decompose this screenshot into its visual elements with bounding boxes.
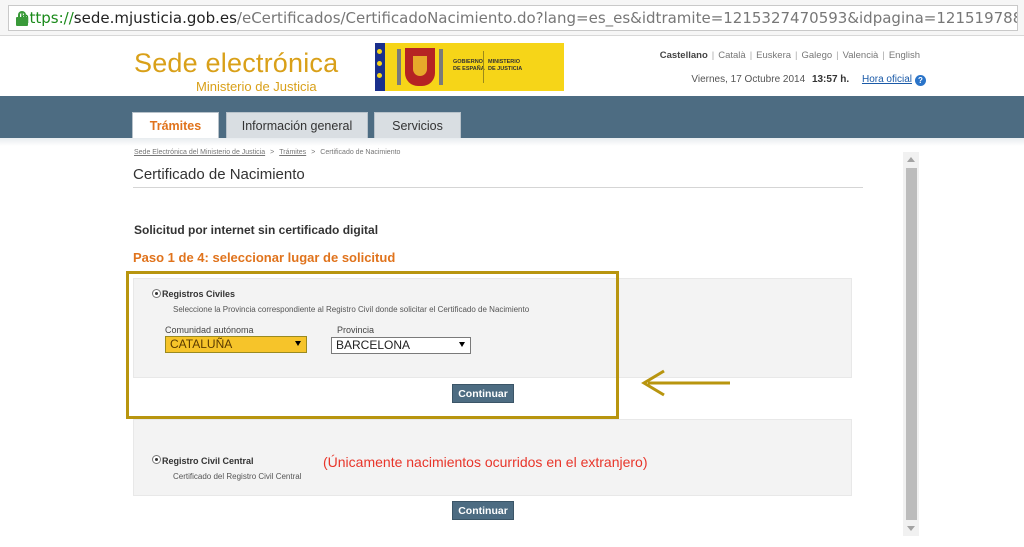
breadcrumb-home[interactable]: Sede Electrónica del Ministerio de Justi… bbox=[134, 149, 265, 156]
url-host: sede.mjusticia.gob.es bbox=[73, 9, 237, 27]
site-title[interactable]: Sede electrónica bbox=[134, 48, 338, 79]
gobierno-logo[interactable]: GOBIERNO DE ESPAÑA MINISTERIO DE JUSTICI… bbox=[375, 43, 564, 91]
site-header: Sede electrónica Ministerio de Justicia … bbox=[0, 37, 1024, 96]
url-path: /eCertificados/CertificadoNacimiento.do?… bbox=[236, 9, 1018, 27]
breadcrumb-tramites[interactable]: Trámites bbox=[279, 149, 306, 156]
breadcrumb-current: Certificado de Nacimiento bbox=[320, 149, 401, 156]
language-selector: Castellano | Català | Euskera | Galego | Valenci… bbox=[659, 50, 920, 61]
continuar-button-2[interactable]: Continuar bbox=[452, 501, 514, 520]
url-scheme: https:// bbox=[20, 9, 74, 27]
registro-civil-central-radio[interactable] bbox=[152, 455, 161, 464]
gobierno-text: GOBIERNO DE ESPAÑA bbox=[453, 59, 485, 72]
lang-catala[interactable]: Català bbox=[718, 50, 745, 61]
coat-of-arms-icon bbox=[405, 48, 435, 86]
scroll-down-icon[interactable] bbox=[907, 526, 915, 531]
scroll-up-icon[interactable] bbox=[907, 157, 915, 162]
lang-galego[interactable]: Galego bbox=[802, 50, 833, 61]
browser-address-bar: https://sede.mjusticia.gob.es/eCertifica… bbox=[0, 0, 1024, 36]
current-date: Viernes, 17 Octubre 2014 bbox=[691, 74, 806, 85]
pointer-arrow-icon bbox=[641, 369, 730, 397]
eu-flag-icon bbox=[375, 43, 385, 91]
url-field[interactable]: https://sede.mjusticia.gob.es/eCertifica… bbox=[8, 5, 1018, 31]
official-time-link[interactable]: Hora oficial bbox=[862, 74, 912, 85]
ministerio-text: MINISTERIO DE JUSTICIA bbox=[488, 59, 523, 72]
step-heading: Paso 1 de 4: seleccionar lugar de solici… bbox=[133, 250, 396, 265]
tab-informacion-general[interactable]: Información general bbox=[226, 112, 368, 138]
date-time: Viernes, 17 Octubre 2014 13:57 h. Hora o… bbox=[691, 74, 926, 86]
tab-servicios[interactable]: Servicios bbox=[374, 112, 461, 138]
site-subtitle: Ministerio de Justicia bbox=[196, 79, 317, 94]
registro-civil-central-hint: Certificado del Registro Civil Central bbox=[173, 472, 302, 481]
lang-english[interactable]: English bbox=[889, 50, 920, 61]
lang-valencia[interactable]: Valencià bbox=[843, 50, 879, 61]
extranjero-note: (Únicamente nacimientos ocurridos en el … bbox=[323, 454, 648, 470]
tab-tramites[interactable]: Trámites bbox=[132, 112, 219, 138]
title-divider bbox=[133, 187, 863, 188]
lang-euskera[interactable]: Euskera bbox=[756, 50, 791, 61]
main-nav: Trámites Información general Servicios bbox=[0, 96, 1024, 138]
breadcrumb: Sede Electrónica del Ministerio de Justi… bbox=[134, 149, 401, 156]
page-title: Certificado de Nacimiento bbox=[133, 166, 305, 183]
section-heading: Solicitud por internet sin certificado d… bbox=[134, 223, 379, 237]
help-icon[interactable]: ? bbox=[915, 75, 926, 86]
scroll-thumb[interactable] bbox=[906, 168, 917, 520]
page-scrollbar[interactable] bbox=[903, 152, 919, 536]
current-time: 13:57 h. bbox=[811, 74, 850, 85]
highlight-frame bbox=[126, 271, 619, 419]
registro-civil-central-label: Registro Civil Central bbox=[162, 456, 254, 466]
lang-castellano[interactable]: Castellano bbox=[660, 50, 708, 61]
